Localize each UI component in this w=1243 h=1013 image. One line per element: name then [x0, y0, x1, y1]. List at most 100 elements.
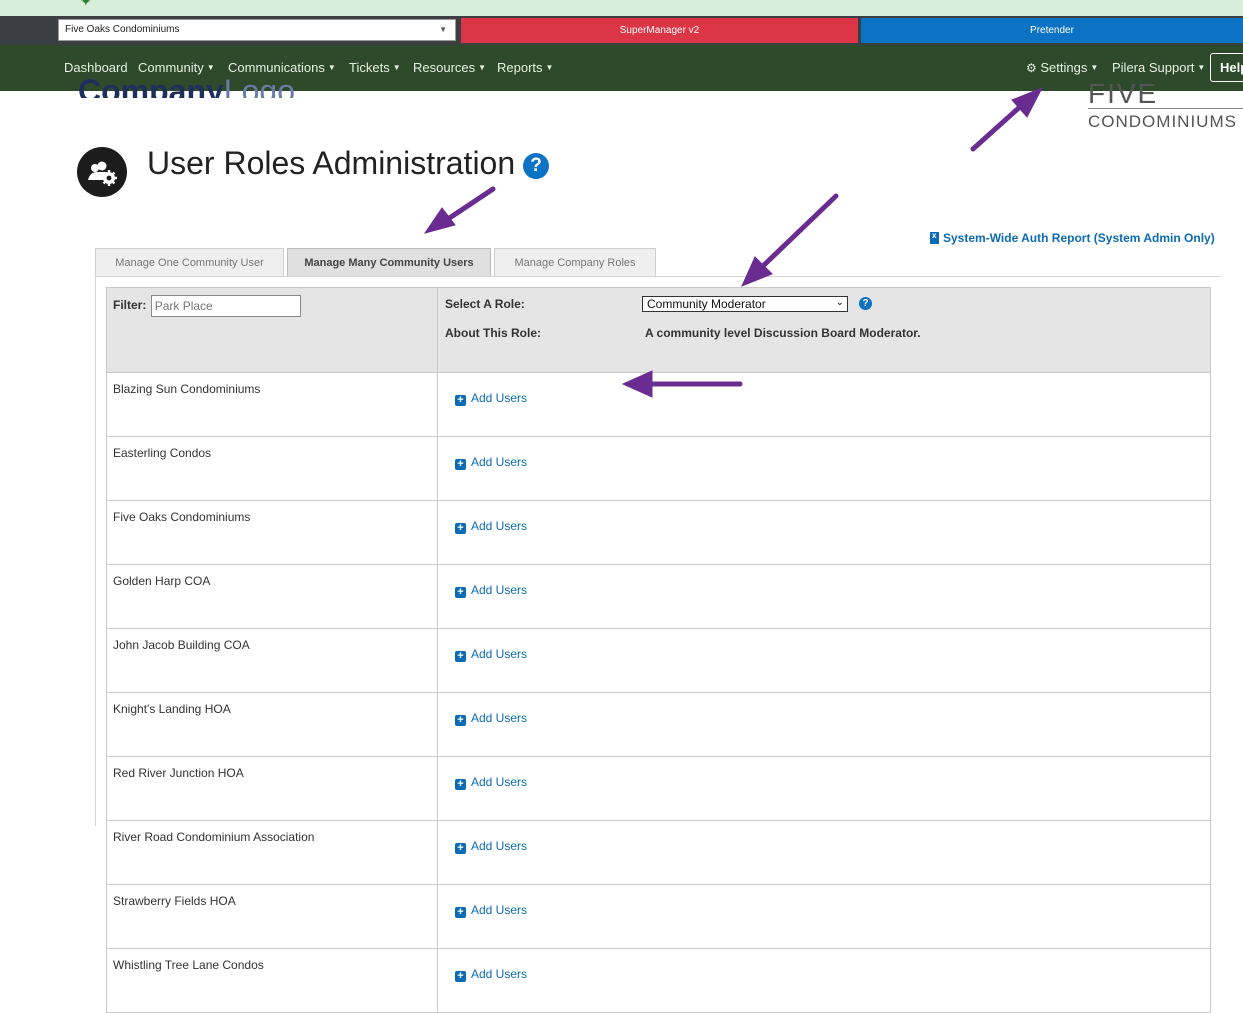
plus-square-icon: + — [455, 395, 466, 406]
nav-resources[interactable]: Resources ▼ — [413, 45, 486, 91]
tab-manage-one-user[interactable]: Manage One Community User — [95, 248, 284, 276]
table-row: Easterling Condos + Add Users — [106, 436, 1211, 501]
community-logo-name: FIVE OAKS — [1088, 80, 1159, 107]
community-name: Strawberry Fields HOA — [106, 884, 438, 949]
nav-resources-label: Resources — [413, 60, 476, 75]
nav-communications-label: Communications — [228, 60, 325, 75]
add-users-label: Add Users — [471, 903, 528, 917]
company-logo-light: Logo — [223, 76, 295, 98]
add-users-link[interactable]: + Add Users — [455, 775, 527, 790]
add-users-link[interactable]: + Add Users — [455, 455, 527, 470]
users-cog-icon — [77, 147, 127, 197]
add-users-link[interactable]: + Add Users — [455, 839, 527, 854]
add-users-link[interactable]: + Add Users — [455, 967, 527, 982]
gear-icon: ⚙ — [1026, 61, 1037, 75]
caret-down-icon: ▼ — [545, 63, 554, 72]
table-row: John Jacob Building COA + Add Users — [106, 628, 1211, 693]
nav-settings-label: Settings — [1040, 60, 1088, 75]
plus-square-icon: + — [455, 523, 466, 534]
plus-square-icon: + — [455, 459, 466, 470]
role-select[interactable]: Community Moderator ⌄ — [642, 296, 848, 312]
nav-reports-label: Reports — [497, 60, 543, 75]
add-users-cell: + Add Users — [437, 884, 1211, 949]
about-role-text: A community level Discussion Board Moder… — [645, 326, 921, 340]
community-role-table: Filter: Select A Role: Community Moderat… — [106, 287, 1211, 1013]
top-notice-strip: ✦ — [0, 0, 1243, 16]
community-logo-divider — [1088, 108, 1243, 109]
add-users-label: Add Users — [471, 391, 528, 405]
community-name: Blazing Sun Condominiums — [106, 372, 438, 437]
role-select-value: Community Moderator — [647, 297, 766, 311]
community-name: John Jacob Building COA — [106, 628, 438, 693]
community-name: Easterling Condos — [106, 436, 438, 501]
filter-input[interactable] — [150, 295, 301, 317]
plus-square-icon: + — [455, 779, 466, 790]
add-users-label: Add Users — [471, 455, 528, 469]
community-name: Whistling Tree Lane Condos — [106, 948, 438, 1013]
help-button[interactable]: Help — [1210, 53, 1243, 82]
community-logo-subtitle: CONDOMINIUMS — [1088, 112, 1237, 131]
auth-report-link[interactable]: System-Wide Auth Report (System Admin On… — [930, 231, 1215, 245]
about-role-label: About This Role: — [445, 326, 541, 340]
auth-report-label: System-Wide Auth Report (System Admin On… — [943, 231, 1215, 245]
pretender-button[interactable]: Pretender — [861, 18, 1243, 43]
add-users-cell: + Add Users — [437, 372, 1211, 437]
add-users-link[interactable]: + Add Users — [455, 711, 527, 726]
plus-square-icon: + — [455, 907, 466, 918]
table-row: Whistling Tree Lane Condos + Add Users — [106, 948, 1211, 1013]
page-title: User Roles Administration — [147, 145, 516, 181]
add-users-cell: + Add Users — [437, 500, 1211, 565]
add-users-cell: + Add Users — [437, 564, 1211, 629]
table-row: Golden Harp COA + Add Users — [106, 564, 1211, 629]
excel-file-icon — [930, 231, 939, 244]
add-users-label: Add Users — [471, 839, 528, 853]
nav-reports[interactable]: Reports ▼ — [497, 45, 553, 91]
plus-square-icon: + — [455, 843, 466, 854]
table-row: Knight's Landing HOA + Add Users — [106, 692, 1211, 757]
nav-tickets[interactable]: Tickets ▼ — [349, 45, 401, 91]
role-cell: Select A Role: Community Moderator ⌄ ? A… — [437, 287, 1211, 373]
plus-square-icon: + — [455, 715, 466, 726]
add-users-link[interactable]: + Add Users — [455, 519, 527, 534]
add-users-label: Add Users — [471, 967, 528, 981]
nav-dashboard-label: Dashboard — [64, 60, 128, 75]
add-users-link[interactable]: + Add Users — [455, 583, 527, 598]
community-select-value: Five Oaks Condominiums — [65, 24, 180, 35]
add-users-cell: + Add Users — [437, 948, 1211, 1013]
table-header-row: Filter: Select A Role: Community Moderat… — [106, 287, 1211, 373]
add-users-label: Add Users — [471, 519, 528, 533]
community-name: Knight's Landing HOA — [106, 692, 438, 757]
table-row: Red River Junction HOA + Add Users — [106, 756, 1211, 821]
community-name: Golden Harp COA — [106, 564, 438, 629]
caret-down-icon: ▼ — [478, 63, 487, 72]
tab-manage-company-roles[interactable]: Manage Company Roles — [494, 248, 656, 276]
add-users-cell: + Add Users — [437, 756, 1211, 821]
plus-square-icon: + — [455, 587, 466, 598]
add-users-label: Add Users — [471, 775, 528, 789]
add-users-cell: + Add Users — [437, 436, 1211, 501]
chevron-down-icon: ⌄ — [835, 297, 844, 308]
nav-community-label: Community — [138, 60, 204, 75]
caret-down-icon: ▼ — [206, 63, 215, 72]
leaf-icon: ✦ — [80, 0, 92, 9]
content-border — [95, 276, 96, 826]
select-role-label: Select A Role: — [445, 297, 525, 311]
table-row: Blazing Sun Condominiums + Add Users — [106, 372, 1211, 437]
table-row: Strawberry Fields HOA + Add Users — [106, 884, 1211, 949]
company-logo-bold: Company — [78, 76, 224, 98]
chevron-down-icon: ▼ — [439, 25, 447, 34]
add-users-label: Add Users — [471, 711, 528, 725]
caret-down-icon: ▼ — [392, 63, 401, 72]
add-users-cell: + Add Users — [437, 692, 1211, 757]
question-circle-icon[interactable]: ? — [523, 153, 549, 179]
add-users-link[interactable]: + Add Users — [455, 647, 527, 662]
add-users-link[interactable]: + Add Users — [455, 903, 527, 918]
community-select[interactable]: Five Oaks Condominiums ▼ — [58, 19, 456, 41]
add-users-label: Add Users — [471, 647, 528, 661]
tabs-divider — [95, 276, 1220, 277]
add-users-link[interactable]: + Add Users — [455, 391, 527, 406]
tab-manage-many-users[interactable]: Manage Many Community Users — [287, 248, 491, 277]
community-name: Red River Junction HOA — [106, 756, 438, 821]
supermanager-button[interactable]: SuperManager v2 — [461, 18, 858, 43]
question-circle-icon[interactable]: ? — [859, 297, 872, 310]
